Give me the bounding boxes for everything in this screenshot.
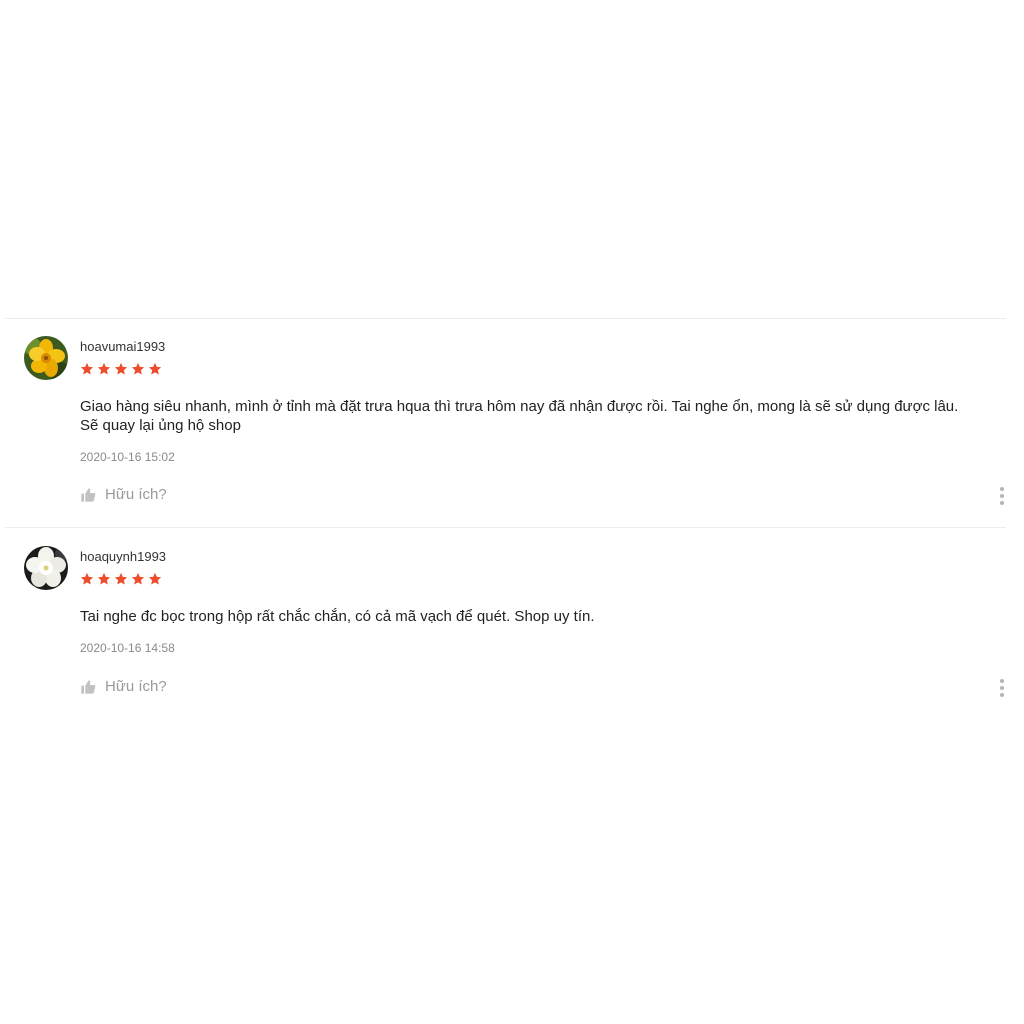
helpful-button[interactable]: Hữu ích? (80, 678, 167, 695)
review-timestamp: 2020-10-16 15:02 (80, 450, 175, 464)
review-item: hoaquynh1993 Tai nghe đc bọc trong hộp r… (0, 546, 1024, 706)
star-icon (131, 362, 145, 375)
review-comment-line: Giao hàng siêu nhanh, mình ở tỉnh mà đặt… (80, 398, 959, 415)
thumbs-up-icon (81, 487, 96, 502)
review-timestamp: 2020-10-16 14:58 (80, 641, 175, 655)
more-options-icon[interactable] (997, 487, 1007, 505)
user-avatar[interactable] (24, 336, 68, 380)
star-icon (148, 572, 162, 585)
helpful-label: Hữu ích? (105, 486, 167, 503)
review-divider (5, 527, 1006, 528)
review-username[interactable]: hoaquynh1993 (80, 549, 166, 564)
star-icon (131, 572, 145, 585)
helpful-button[interactable]: Hữu ích? (80, 486, 167, 503)
more-options-icon[interactable] (997, 679, 1007, 697)
star-icon (80, 362, 94, 375)
rating-stars (80, 572, 162, 586)
white-flower-avatar-image (24, 546, 68, 590)
review-comment: Tai nghe đc bọc trong hộp rất chắc chắn,… (80, 607, 995, 626)
star-icon (114, 362, 128, 375)
helpful-label: Hữu ích? (105, 678, 167, 695)
rating-stars (80, 362, 162, 376)
user-avatar[interactable] (24, 546, 68, 590)
star-icon (80, 572, 94, 585)
review-divider (5, 318, 1006, 319)
star-icon (97, 362, 111, 375)
review-comment-line: Tai nghe đc bọc trong hộp rất chắc chắn,… (80, 608, 595, 625)
review-item: hoavumai1993 Giao hàng siêu nhanh, mình … (0, 336, 1024, 516)
star-icon (114, 572, 128, 585)
review-comment-line: Sẽ quay lại ủng hộ shop (80, 417, 241, 434)
yellow-flower-avatar-image (24, 336, 68, 380)
thumbs-up-icon (81, 679, 96, 694)
star-icon (148, 362, 162, 375)
review-comment: Giao hàng siêu nhanh, mình ở tỉnh mà đặt… (80, 397, 995, 435)
star-icon (97, 572, 111, 585)
review-username[interactable]: hoavumai1993 (80, 339, 165, 354)
